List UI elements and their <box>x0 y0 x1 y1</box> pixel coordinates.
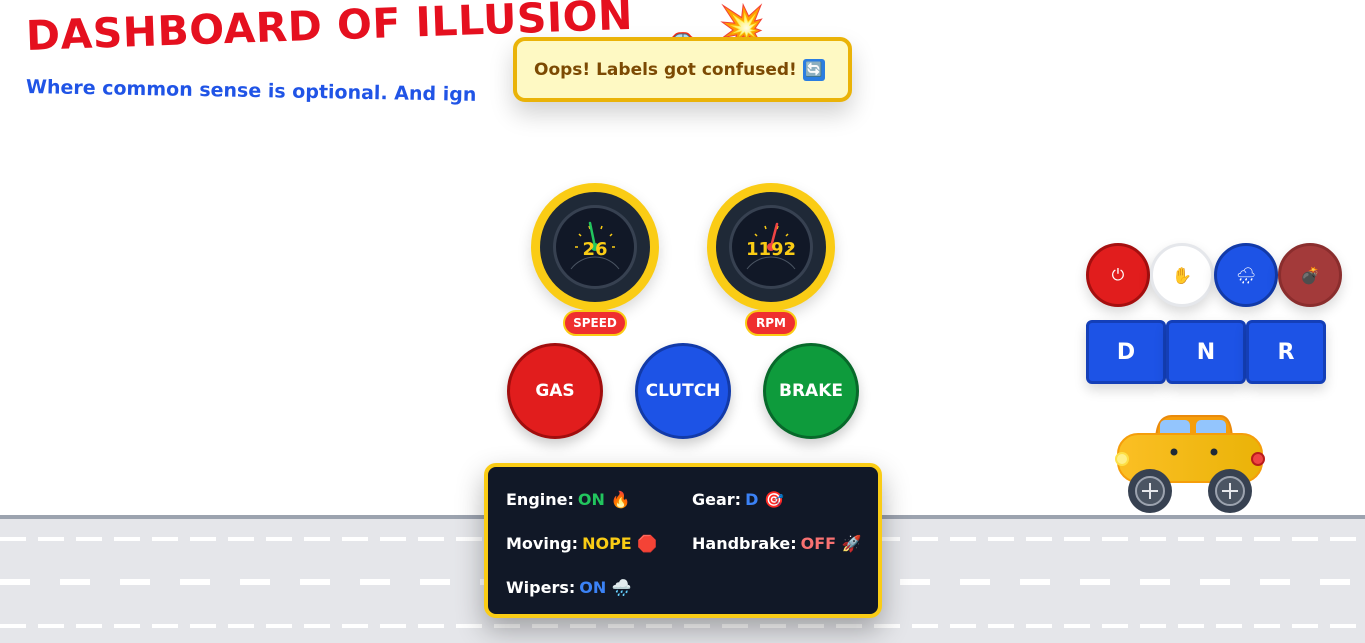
toast-notification: Oops! Labels got confused! 🔄 <box>513 37 852 102</box>
hand-icon: ✋ <box>1172 265 1192 285</box>
lane-marking <box>0 624 1365 628</box>
gear-status-value: D <box>745 490 759 509</box>
wiper-button[interactable]: 🌧 <box>1214 243 1278 307</box>
bomb-icon: 💣 <box>1300 265 1320 285</box>
wipers-status-label: Wipers: <box>506 578 576 597</box>
rpm-gauge: 1192 <box>707 183 835 311</box>
car-illustration <box>1115 415 1265 513</box>
status-panel: Engine: ON 🔥 Gear: D 🎯 Moving: NOPE 🛑 Handb… <box>484 463 882 618</box>
engine-status: Engine: ON 🔥 <box>506 490 630 509</box>
power-icon: ⏻ <box>1111 265 1125 284</box>
rain-cloud-icon: 🌧 <box>1235 265 1257 285</box>
gas-pedal-button[interactable]: GAS <box>507 343 603 439</box>
rocket-icon: 🚀 <box>841 534 862 553</box>
page-subtitle: Where common sense is optional. And ign <box>25 76 477 106</box>
wipers-status-value: ON <box>579 578 607 597</box>
handbrake-status-label: Handbrake: <box>692 534 797 553</box>
gear-drive-button[interactable]: D <box>1086 320 1166 384</box>
speed-value: 26 <box>582 239 608 260</box>
moving-status: Moving: NOPE 🛑 <box>506 534 657 553</box>
moving-status-label: Moving: <box>506 534 579 553</box>
speed-gauge: 26 <box>531 183 659 311</box>
gear-status-label: Gear: <box>692 490 742 509</box>
gear-reverse-button[interactable]: R <box>1246 320 1326 384</box>
stop-sign-icon: 🛑 <box>637 534 658 553</box>
clutch-pedal-button[interactable]: CLUTCH <box>635 343 731 439</box>
rain-cloud-icon: 🌧️ <box>611 578 632 597</box>
rpm-label: RPM <box>745 310 797 336</box>
handbrake-button[interactable]: ✋ <box>1150 243 1214 307</box>
toast-message: Oops! Labels got confused! <box>534 59 797 80</box>
rpm-value: 1192 <box>745 239 797 260</box>
gear-status: Gear: D 🎯 <box>692 490 784 509</box>
dashboard-page: DASHBOARD OF ILLUSION Where common sense… <box>0 0 1365 643</box>
power-button[interactable]: ⏻ <box>1086 243 1150 307</box>
bomb-button[interactable]: 💣 <box>1278 243 1342 307</box>
refresh-icon: 🔄 <box>802 58 825 81</box>
handbrake-status-value: OFF <box>800 534 837 553</box>
wipers-status: Wipers: ON 🌧️ <box>506 578 632 597</box>
brake-pedal-button[interactable]: BRAKE <box>763 343 859 439</box>
gear-neutral-button[interactable]: N <box>1166 320 1246 384</box>
engine-status-label: Engine: <box>506 490 574 509</box>
fire-icon: 🔥 <box>610 490 631 509</box>
moving-status-value: NOPE <box>582 534 632 553</box>
target-icon: 🎯 <box>763 490 784 509</box>
speed-label: SPEED <box>563 310 627 336</box>
handbrake-status: Handbrake: OFF 🚀 <box>692 534 862 553</box>
engine-status-value: ON <box>577 490 605 509</box>
